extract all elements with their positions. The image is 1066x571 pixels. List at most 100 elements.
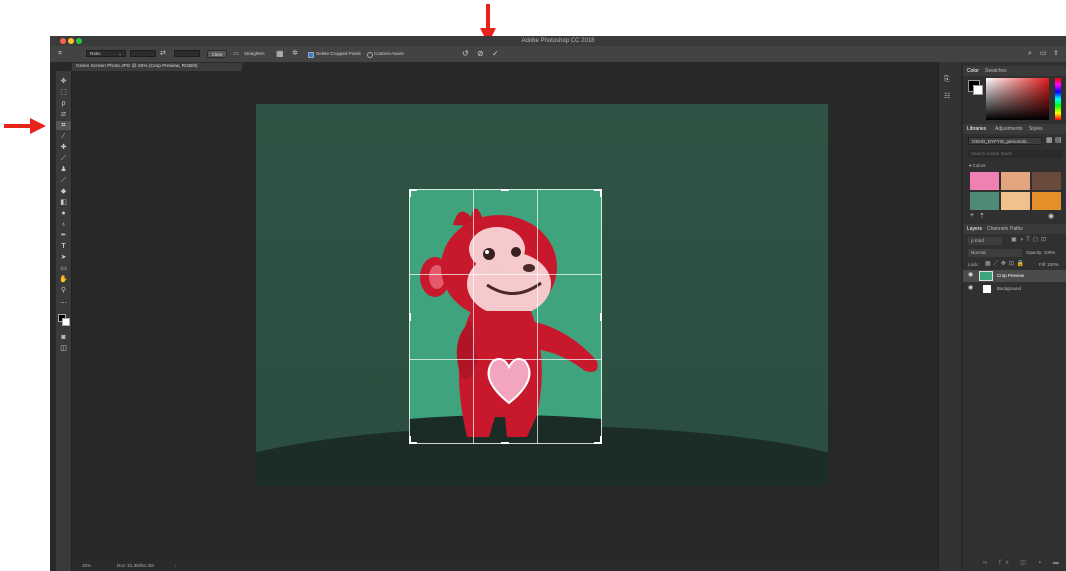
ratio-select[interactable]: Ratio ⌄ [86, 50, 126, 57]
blend-mode-select[interactable]: Normal [968, 249, 1022, 257]
color-field[interactable] [986, 78, 1049, 120]
eye-icon[interactable]: ◉ [1048, 212, 1054, 220]
crop-handle-bottom-left[interactable] [409, 436, 411, 444]
tab-layers[interactable]: Layers [967, 224, 982, 234]
quick-selection-tool-icon[interactable]: ⧄ [56, 110, 71, 119]
eraser-tool-icon[interactable]: ◆ [56, 187, 71, 196]
layer-thumbnail [983, 285, 991, 293]
crop-handle-bottom[interactable] [501, 442, 509, 444]
width-field[interactable] [130, 50, 156, 57]
tab-swatches[interactable]: Swatches [985, 66, 1007, 76]
stock-search-input[interactable]: Search Adobe Stock [968, 150, 1062, 158]
eyedropper-tool-icon[interactable]: ⁄ [56, 132, 71, 141]
height-field[interactable] [174, 50, 200, 57]
rectangle-tool-icon[interactable]: ▭ [56, 264, 71, 273]
upload-icon[interactable]: ⇡ [979, 212, 985, 220]
status-menu-icon[interactable]: › [175, 561, 177, 571]
library-color-swatch[interactable] [1001, 172, 1030, 190]
crop-handle-left[interactable] [409, 313, 411, 321]
clear-button[interactable]: Clear [207, 50, 227, 58]
tab-paths[interactable]: Paths [1010, 224, 1023, 234]
crop-preview-area[interactable] [409, 189, 602, 444]
brush-tool-icon[interactable]: ⟋ [56, 154, 71, 163]
background-color-swatch[interactable] [62, 318, 70, 326]
delete-cropped-checkbox[interactable] [308, 52, 314, 58]
workspace-icon[interactable]: ▭ [1040, 46, 1047, 62]
fill-field[interactable]: Fill: 100% [1039, 261, 1059, 269]
swap-icon[interactable]: ⇄ [160, 46, 166, 62]
library-select[interactable]: OSHO_DYFYW_personalit... [968, 137, 1042, 145]
hand-tool-icon[interactable]: ✋ [56, 275, 71, 284]
marquee-tool-icon[interactable]: ⬚ [56, 88, 71, 97]
cancel-icon[interactable]: ⊘ [477, 46, 484, 62]
background-color-chip[interactable] [973, 85, 983, 95]
crop-handle-bottom-right[interactable] [600, 436, 602, 444]
properties-panel-icon[interactable]: ☷ [944, 92, 950, 100]
add-icon[interactable]: + [970, 212, 974, 219]
tab-styles[interactable]: Styles [1029, 124, 1043, 134]
crop-handle-top-right[interactable] [600, 189, 602, 197]
lasso-tool-icon[interactable]: ρ [56, 99, 71, 108]
library-color-swatch[interactable] [1001, 192, 1030, 210]
quick-mask-icon[interactable]: ◙ [56, 333, 71, 342]
pen-tool-icon[interactable]: ✒ [56, 231, 71, 240]
move-tool-icon[interactable]: ✥ [56, 77, 71, 86]
library-color-swatch[interactable] [970, 172, 999, 190]
gradient-tool-icon[interactable]: ◧ [56, 198, 71, 207]
layer-name[interactable]: Crop Preview [997, 270, 1024, 282]
dodge-tool-icon[interactable]: ♁ [56, 220, 71, 229]
opacity-field[interactable]: Opacity: 100% [1026, 249, 1055, 257]
layer-filter-kind[interactable]: ρ Kind [968, 237, 1002, 245]
library-color-swatch[interactable] [1032, 192, 1061, 210]
layer-filter-icons[interactable]: ▣◑T◻⊡ [1011, 236, 1049, 243]
crop-handle-top[interactable] [501, 189, 509, 191]
healing-brush-tool-icon[interactable]: ✚ [56, 143, 71, 152]
zoom-level[interactable]: 25% [82, 561, 91, 571]
path-selection-tool-icon[interactable]: ➤ [56, 253, 71, 262]
layer-row-background[interactable]: ◉ Background [963, 283, 1066, 295]
blur-tool-icon[interactable]: ● [56, 209, 71, 218]
document-tab[interactable]: Green Screen Photo.JPG @ 25% (Crop Previ… [72, 63, 242, 71]
crop-handle-right[interactable] [600, 313, 602, 321]
share-icon[interactable]: ⇪ [1053, 46, 1059, 62]
library-color-swatch[interactable] [1032, 172, 1061, 190]
history-panel-icon[interactable]: ⎘ [944, 76, 950, 84]
tab-color[interactable]: Color [967, 66, 979, 76]
straighten-button[interactable]: Straighten [244, 46, 265, 62]
doc-size: Doc: 51.3M/51.3M [117, 563, 154, 568]
clone-stamp-tool-icon[interactable]: ♟ [56, 165, 71, 174]
library-color-swatch[interactable] [970, 192, 999, 210]
panel-dock-strip: ⎘ ☷ [938, 62, 961, 571]
more-tools-icon[interactable]: ⋯ [56, 299, 71, 308]
reset-icon[interactable]: ↺ [462, 46, 469, 62]
tab-adjustments[interactable]: Adjustments [995, 124, 1023, 134]
tab-channels[interactable]: Channels [987, 224, 1008, 234]
layers-footer-icons[interactable]: ∞ fx ◫ ◑ ▬ ▢ 🗑 [983, 559, 1066, 566]
crop-handle-top-left[interactable] [409, 189, 411, 197]
hue-slider[interactable] [1055, 78, 1061, 120]
grid-view-icon[interactable]: ▦ [1046, 137, 1053, 145]
colors-heading[interactable]: ▾ Colors [969, 162, 986, 170]
screen-mode-icon[interactable]: ◫ [56, 344, 71, 353]
status-bar: 25% Doc: 51.3M/51.3M › [72, 561, 938, 571]
crop-border[interactable] [409, 189, 602, 444]
commit-check-icon[interactable]: ✓ [492, 46, 499, 62]
layer-name[interactable]: Background [997, 283, 1021, 295]
layer-row-crop-preview[interactable]: ◉ Crop Preview [963, 270, 1066, 282]
gear-icon[interactable]: ✲ [292, 46, 298, 62]
tab-libraries[interactable]: Libraries [967, 124, 986, 134]
crop-tool-preset-icon[interactable]: ⌗ [58, 46, 62, 62]
zoom-tool-icon[interactable]: ⚲ [56, 286, 71, 295]
list-view-icon[interactable]: ▤ [1055, 137, 1062, 145]
content-aware-checkbox[interactable] [367, 52, 373, 58]
layer-visibility-eye-icon[interactable]: ◉ [968, 284, 973, 291]
straighten-icon[interactable]: ▭ [233, 46, 239, 62]
crop-tool-icon[interactable]: ⌗ [56, 121, 71, 130]
overlay-grid-icon[interactable]: ▦ [276, 46, 284, 62]
history-brush-tool-icon[interactable]: ⟋ [56, 176, 71, 185]
layer-visibility-eye-icon[interactable]: ◉ [968, 271, 973, 278]
lock-icons[interactable]: ▦⟋✥⊡🔒 [985, 260, 1027, 268]
color-panel-header: Color Swatches [963, 66, 1066, 76]
type-tool-icon[interactable]: T [56, 242, 71, 251]
search-icon[interactable]: ⌕ [1028, 46, 1032, 62]
